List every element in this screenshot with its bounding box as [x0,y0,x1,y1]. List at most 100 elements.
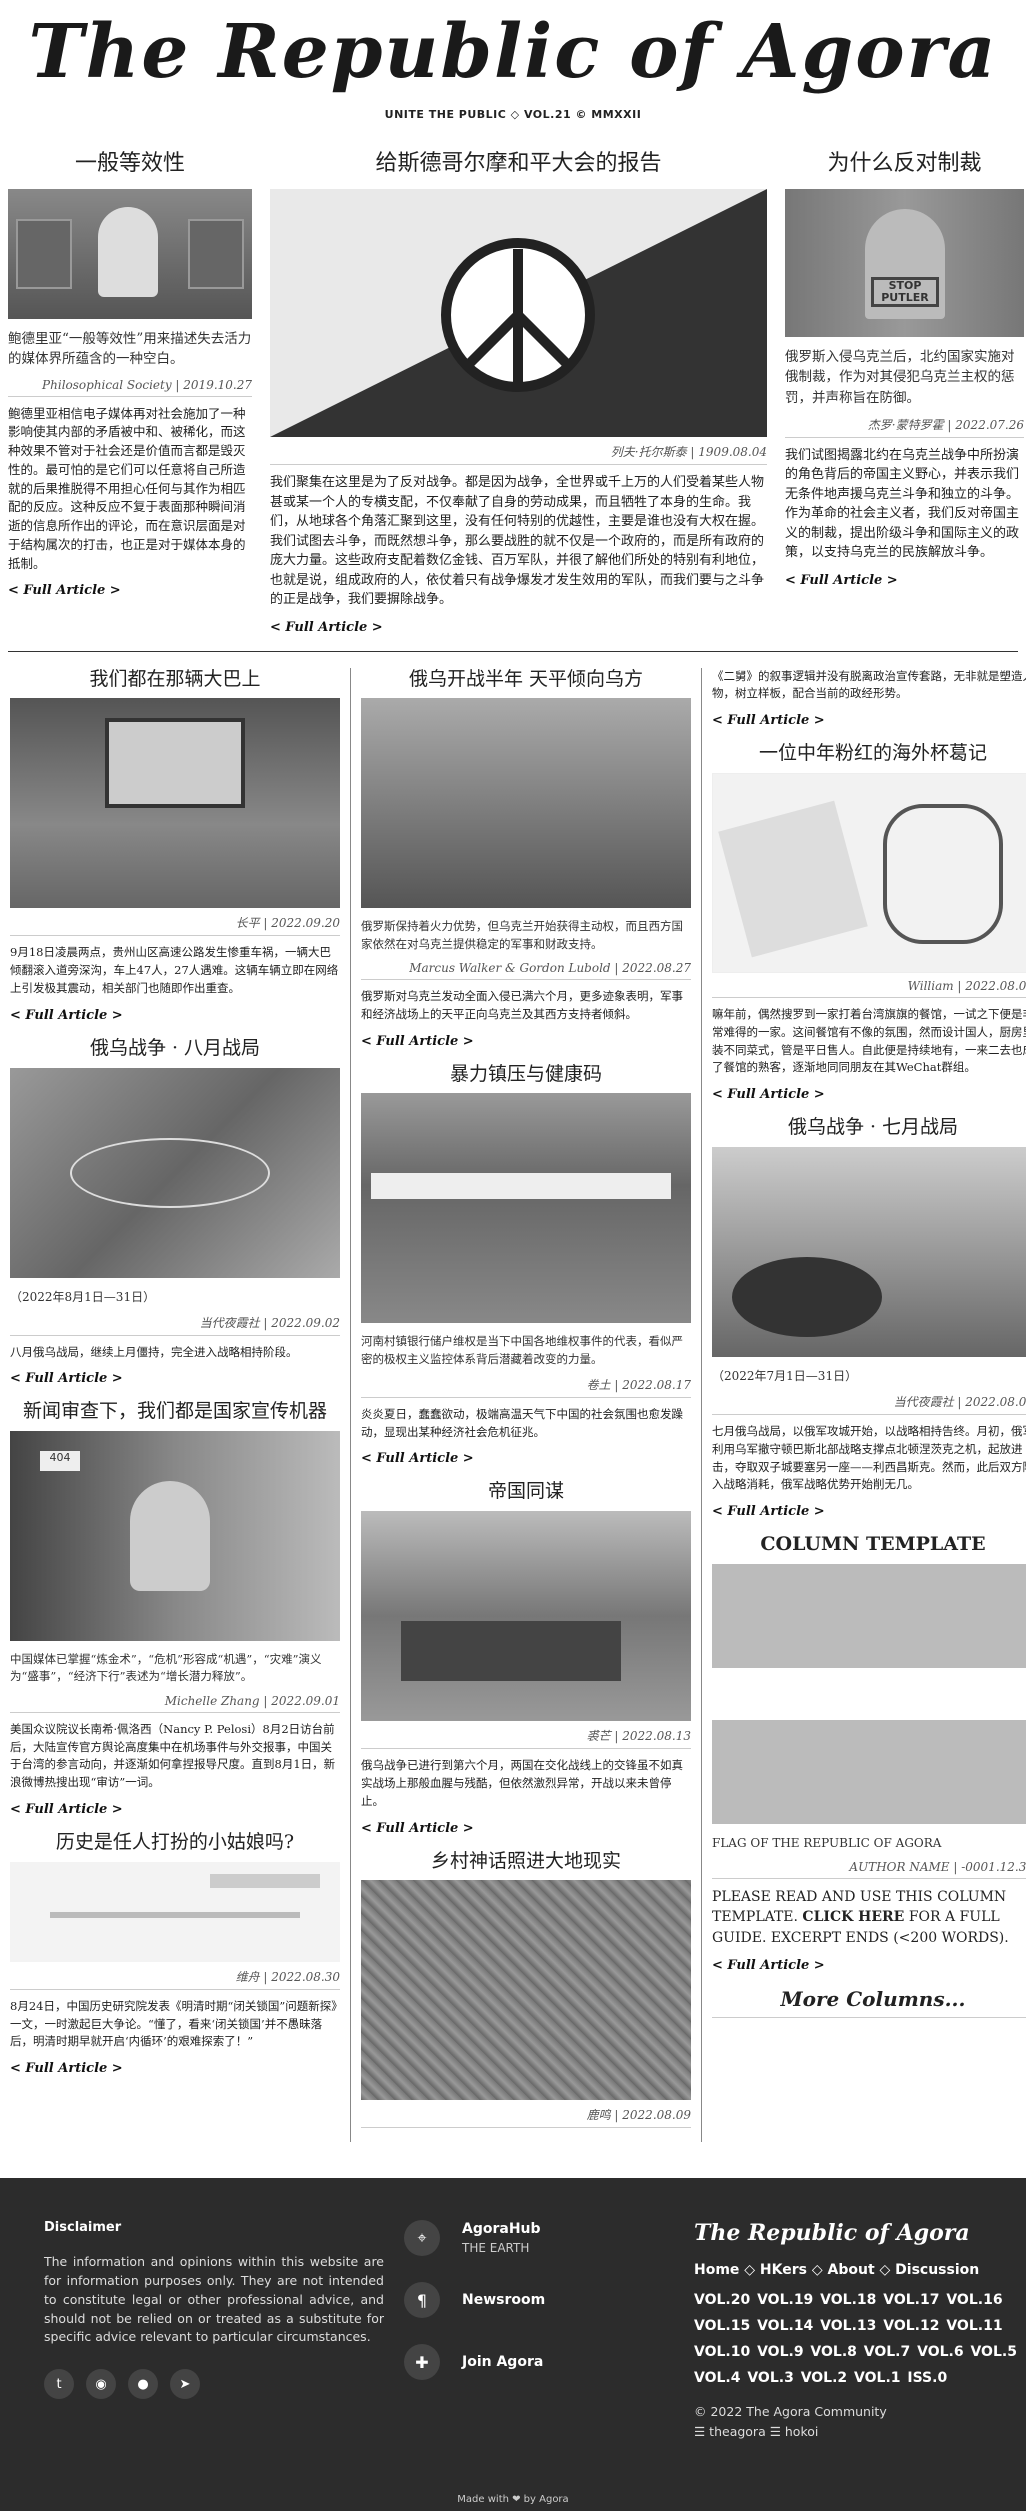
article-stockholm-report: 给斯德哥尔摩和平大会的报告 列夫·托尔斯泰 | 1909.08.04 我们聚集在… [270,151,767,635]
article-image[interactable] [361,698,691,909]
reddit-icon[interactable]: ● [128,2369,158,2400]
stop-putler-sign: STOP PUTLER [871,277,939,308]
article-image[interactable]: 404 [10,1431,340,1642]
full-article-link[interactable]: < Full Article > [8,583,252,598]
article-byline: Michelle Zhang | 2022.09.01 [10,1694,340,1713]
column-left: 我们都在那辆大巴上 长平 | 2022.09.20 9月18日凌晨两点，贵州山区… [10,668,340,2143]
article-image[interactable] [10,698,340,909]
article-title[interactable]: 新闻审查下，我们都是国家宣传机器 [10,1400,340,1423]
template-title[interactable]: COLUMN TEMPLATE [712,1533,1026,1556]
article-byline: 裘芒 | 2022.08.13 [361,1727,691,1750]
article-july-war: 俄乌战争 · 七月战局 （2022年7月1日—31日） 当代夜霞社 | 2022… [712,1116,1026,1519]
article-image[interactable]: STOP PUTLER [785,189,1024,338]
full-article-link[interactable]: < Full Article > [10,1802,340,1817]
footer-nav: The Republic of Agora Home ◇ HKers ◇ Abo… [694,2220,1026,2442]
article-bus: 我们都在那辆大巴上 长平 | 2022.09.20 9月18日凌晨两点，贵州山区… [10,668,340,1023]
link-sub: THE EARTH [462,2240,530,2255]
volume-links[interactable]: VOL.20 VOL.19 VOL.18 VOL.17 VOL.16 VOL.1… [694,2288,1026,2392]
article-title[interactable]: 历史是任人打扮的小姑娘吗? [10,1831,340,1854]
map-pin-icon: ⌖ [404,2220,440,2257]
article-image[interactable] [361,1093,691,1324]
article-title[interactable]: 俄乌战争 · 七月战局 [712,1116,1026,1139]
article-byline: 长平 | 2022.09.20 [10,914,340,937]
article-title[interactable]: 为什么反对制裁 [785,151,1024,177]
article-byline: 当代夜霞社 | 2022.09.02 [10,1314,340,1336]
article-byline: 卷土 | 2022.08.17 [361,1376,691,1398]
article-image[interactable] [10,1861,340,1962]
article-history: 历史是任人打扮的小姑娘吗? 维舟 | 2022.08.30 8月24日，中国历史… [10,1831,340,2076]
template-text: PLEASE READ AND USE THIS COLUMN TEMPLATE… [712,1887,1026,1948]
article-body: 嘛年前，偶然搜罗到一家打着台湾旗旗的餐馆，一试之下便是非常难得的一家。这间餐馆有… [712,1007,1026,1075]
article-title[interactable]: 帝国同谋 [361,1480,691,1503]
link-label: Join Agora [462,2354,544,2371]
github-icon[interactable]: ◉ [86,2369,116,2400]
full-article-link[interactable]: < Full Article > [361,1451,691,1466]
article-caption: （2022年7月1日—31日） [712,1369,858,1384]
full-article-link[interactable]: < Full Article > [10,1008,340,1023]
article-body: 俄罗斯对乌克兰发动全面入侵已满六个月，更多迹象表明，军事和经济战场上的天平正向乌… [361,988,683,1021]
full-article-link[interactable]: < Full Article > [712,1504,1026,1519]
site-title[interactable]: The Republic of Agora [0,13,1026,92]
article-image[interactable] [8,189,252,320]
link-label: AgoraHub [462,2220,541,2237]
more-columns-link[interactable]: More Columns... [712,1987,1026,2018]
article-image[interactable] [270,189,767,438]
disclaimer-title: Disclaimer [44,2220,122,2236]
column-divider [350,667,351,2143]
footer-disclaimer: Disclaimer The information and opinions … [44,2220,384,2442]
article-august-war: 俄乌战争 · 八月战局 （2022年8月1日—31日） 当代夜霞社 | 2022… [10,1037,340,1386]
full-article-link[interactable]: < Full Article > [712,713,1026,728]
article-body: 我们聚集在这里是为了反对战争。都是因为战争，全世界或千上万的人们受着某些人物甚或… [270,475,765,608]
full-article-link[interactable]: < Full Article > [712,1087,1026,1102]
section-divider [8,650,1018,652]
article-byline: 当代夜霞社 | 2022.08.02 [712,1393,1026,1416]
template-guide-link[interactable]: CLICK HERE [802,1909,904,1925]
full-article-link[interactable]: < Full Article > [270,620,767,635]
article-title[interactable]: 暴力镇压与健康码 [361,1063,691,1086]
full-article-link[interactable]: < Full Article > [361,1821,691,1836]
door-number: 404 [40,1451,80,1472]
full-article-link[interactable]: < Full Article > [361,1034,691,1049]
footer-nav-links[interactable]: Home ◇ HKers ◇ About ◇ Discussion [694,2262,1026,2278]
handles[interactable]: ☰ theagora ☰ hokoi [694,2422,1026,2442]
column-middle: 俄乌开战半年 天平倾向乌方 俄罗斯保持着火力优势，但乌克兰开始获得主动权，而且西… [361,668,691,2143]
twitter-icon[interactable]: t [44,2369,74,2400]
template-flag-placeholder [712,1720,1026,1825]
article-body: 美国众议院议长南希·佩洛西（Nancy P. Pelosi）8月2日访台前后，大… [10,1721,336,1790]
article-half-year-war: 俄乌开战半年 天平倾向乌方 俄罗斯保持着火力优势，但乌克兰开始获得主动权，而且西… [361,668,691,1049]
article-image[interactable] [712,1147,1026,1358]
telegram-icon[interactable]: ➤ [170,2369,200,2400]
footer-link-join[interactable]: ✚ Join Agora [404,2344,674,2381]
footer-link-newsroom[interactable]: ¶ Newsroom [404,2282,674,2319]
article-title[interactable]: 俄乌开战半年 天平倾向乌方 [361,668,691,691]
article-caption: 中国媒体已掌握“炼金术”，“危机”形容成“机遇”，“灾难”演义为“盛事”，“经济… [10,1652,322,1684]
article-image[interactable] [361,1880,691,2101]
article-empire: 帝国同谋 裘芒 | 2022.08.13 俄乌战争已进行到第六个月，两国在交化战… [361,1480,691,1836]
article-body: 七月俄乌战局，以俄军攻城开始，以战略相持告终。月初，俄军利用乌军撤守顿巴斯北部战… [712,1424,1026,1492]
article-title[interactable]: 俄乌战争 · 八月战局 [10,1037,340,1060]
full-article-link[interactable]: < Full Article > [785,573,1024,588]
article-caption: （2022年8月1日—31日） [10,1289,156,1304]
full-article-link[interactable]: < Full Article > [10,1371,340,1386]
article-caption: 河南村镇银行储户维权是当下中国各地维权事件的代表，看似严密的极权主义监控体系背后… [361,1334,683,1366]
disclaimer-text: The information and opinions within this… [44,2254,384,2345]
article-body: 《二舅》的叙事逻辑并没有脱离政治宣传套路，无非就是塑造人物，树立样板，配合当前的… [712,668,1026,701]
article-title[interactable]: 一般等效性 [8,151,252,177]
copyright: © 2022 The Agora Community [694,2404,887,2420]
article-health-code: 暴力镇压与健康码 河南村镇银行储户维权是当下中国各地维权事件的代表，看似严密的极… [361,1063,691,1466]
article-image[interactable] [10,1067,340,1278]
article-image[interactable] [712,773,1026,973]
article-title[interactable]: 我们都在那辆大巴上 [10,668,340,691]
article-caption: 俄罗斯保持着火力优势，但乌克兰开始获得主动权，而且西方国家依然在对乌克兰提供稳定… [361,919,683,951]
article-body: 我们试图揭露北约在乌克兰战争中所扮演的角色背后的帝国主义野心，并表示我们无条件地… [785,447,1020,561]
article-title[interactable]: 给斯德哥尔摩和平大会的报告 [270,151,767,177]
full-article-link[interactable]: < Full Article > [10,2061,340,2076]
article-pink: 一位中年粉红的海外杯葛记 William | 2022.08.07 嘛年前，偶然… [712,742,1026,1102]
full-article-link[interactable]: < Full Article > [712,1958,1026,1973]
footer-link-agorahub[interactable]: ⌖ AgoraHub THE EARTH [404,2220,674,2257]
article-byline: Marcus Walker & Gordon Lubold | 2022.08.… [361,961,691,980]
article-title[interactable]: 乡村神话照进大地现实 [361,1850,691,1873]
footer-brand[interactable]: The Republic of Agora [694,2220,1026,2246]
article-image[interactable] [361,1511,691,1722]
article-title[interactable]: 一位中年粉红的海外杯葛记 [712,742,1026,765]
